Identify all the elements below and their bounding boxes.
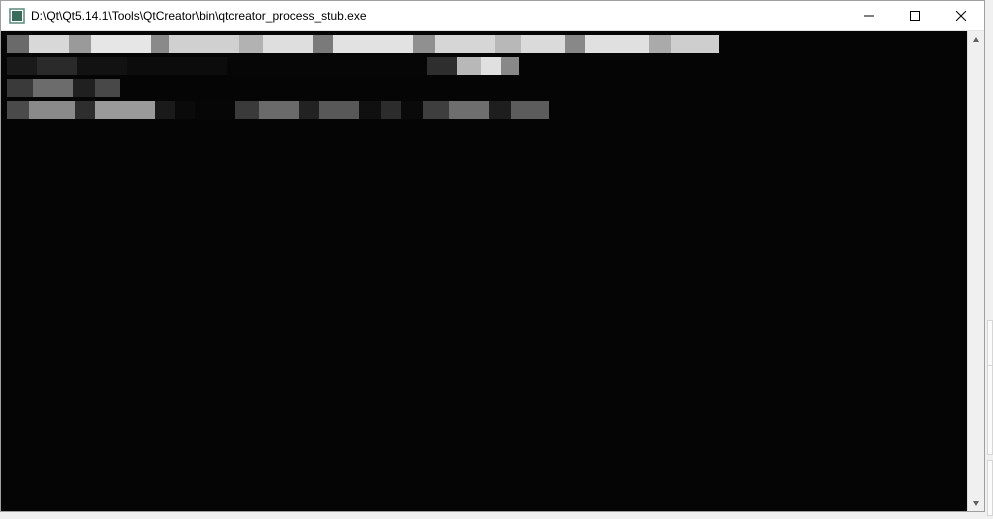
minimize-button[interactable]	[846, 1, 892, 30]
console-line-obscured	[7, 35, 719, 53]
background-fragment	[987, 460, 993, 516]
maximize-button[interactable]	[892, 1, 938, 30]
scroll-up-button[interactable]	[968, 31, 984, 48]
window-controls	[846, 1, 984, 30]
console-window: D:\Qt\Qt5.14.1\Tools\QtCreator\bin\qtcre…	[0, 0, 985, 512]
app-icon	[9, 8, 25, 24]
console-output[interactable]	[1, 31, 967, 511]
close-button[interactable]	[938, 1, 984, 30]
titlebar[interactable]: D:\Qt\Qt5.14.1\Tools\QtCreator\bin\qtcre…	[1, 1, 984, 31]
console-line-obscured	[7, 79, 120, 97]
vertical-scrollbar[interactable]	[967, 31, 984, 511]
console-line-obscured	[7, 101, 549, 119]
background-fragment	[987, 365, 993, 455]
client-area	[1, 31, 984, 511]
scroll-down-button[interactable]	[968, 494, 984, 511]
console-line-obscured	[7, 57, 519, 75]
window-title: D:\Qt\Qt5.14.1\Tools\QtCreator\bin\qtcre…	[31, 9, 846, 23]
scroll-track[interactable]	[968, 48, 984, 494]
